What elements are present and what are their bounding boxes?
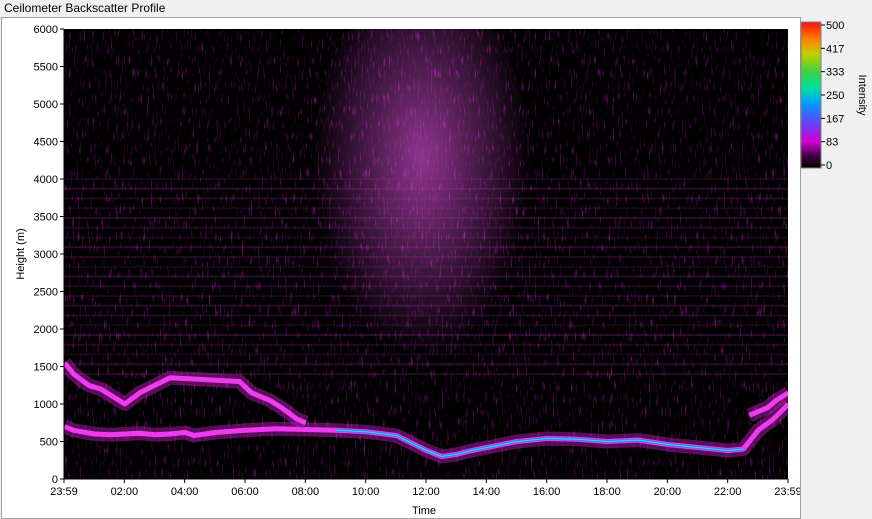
backscatter-band [64,334,788,336]
colorbar-tick-label: 333 [826,67,844,79]
colorbar-tick-label: 0 [826,160,832,172]
backscatter-band [64,197,788,200]
x-tick-label: 10:00 [352,486,380,498]
backscatter-band [64,226,788,229]
y-axis: 0 500 1000 1500 2000 2500 3000 3500 4000 4500 5000… [34,24,65,486]
x-tick-label: 14:00 [473,486,501,498]
y-tick-label: 1000 [34,399,58,411]
y-tick-label: 5500 [34,62,58,74]
backscatter-band [64,236,788,239]
backscatter-band [64,343,788,346]
x-axis-label: Time [412,505,436,517]
y-tick-label: 3500 [34,212,58,224]
x-tick-label: 08:00 [292,486,320,498]
backscatter-band [64,187,788,190]
colorbar-tick-label: 250 [826,90,844,102]
chart-panel: 0 500 1000 1500 2000 2500 3000 3500 4000 4500 5000… [1,17,801,519]
y-tick-label: 2500 [34,287,58,299]
colorbar-tick-label: 500 [826,20,844,32]
colorbar-tick-label: 167 [826,113,844,125]
backscatter-band [64,265,788,268]
backscatter-band [64,363,788,366]
x-tick-label: 18:00 [593,486,621,498]
backscatter-band [64,324,788,327]
x-tick-label: 23:59 [50,486,78,498]
backscatter-band [64,256,788,258]
backscatter-band [64,285,788,288]
x-tick-label: 06:00 [231,486,259,498]
backscatter-band [64,295,788,297]
y-tick-label: 2000 [34,324,58,336]
y-tick-label: 5000 [34,99,58,111]
y-tick-label: 4500 [34,137,58,149]
backscatter-band [64,217,788,219]
backscatter-band [64,207,788,210]
backscatter-band [64,246,788,249]
y-tick-label: 4000 [34,174,58,186]
backscatter-chart: 0 500 1000 1500 2000 2500 3000 3500 4000 4500 5000… [15,24,800,517]
colorbar-tick-label: 83 [826,137,838,149]
y-tick-label: 1500 [34,362,58,374]
y-tick-label: 6000 [34,24,58,36]
x-axis: 23:59 02:00 04:00 06:00 08:00 10:00 12:00 14:00… [50,478,800,498]
backscatter-band [64,314,788,317]
backscatter-band [64,353,788,356]
x-tick-label: 04:00 [171,486,199,498]
x-tick-label: 22:00 [714,486,742,498]
backscatter-band [64,178,788,180]
y-tick-label: 0 [52,474,58,486]
x-tick-label: 23:59 [774,486,800,498]
x-tick-label: 12:00 [412,486,440,498]
backscatter-band [64,275,788,278]
colorbar-gradient [800,21,822,169]
colorbar-tick-label: 417 [826,43,844,55]
window-title: Ceilometer Backscatter Profile [4,1,166,15]
horizontal-bands [64,178,788,375]
y-tick-label: 3000 [34,249,58,261]
y-axis-label: Height (m) [15,228,27,279]
x-tick-label: 16:00 [533,486,561,498]
y-tick-label: 500 [40,437,58,449]
x-tick-label: 20:00 [654,486,682,498]
colorbar: 500 417 333 250 167 83 0 Intensity [800,20,868,172]
colorbar-label: Intensity [856,75,868,116]
backscatter-band [64,304,788,307]
x-tick-label: 02:00 [111,486,139,498]
